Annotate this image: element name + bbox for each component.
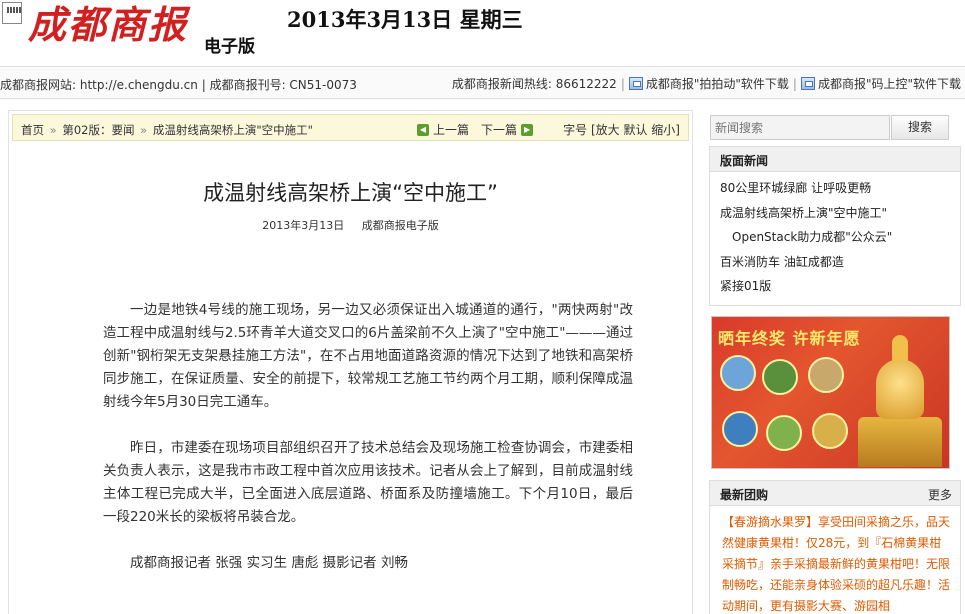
breadcrumb-section[interactable]: 第02版：要闻 [62,123,134,137]
article-byline: 成都商报记者 张强 实习生 唐彪 摄影记者 刘畅 [130,555,408,571]
sidebar: 搜索 版面新闻 80公里环城绿廊 让呼吸更畅 成温射线高架桥上演"空中施工" O… [709,110,961,614]
search-input[interactable] [710,115,890,140]
promo-thumb-icon [722,411,758,447]
promo-thumb-icon [808,357,844,393]
article-pager: ◀ 上一篇 下一篇 ▶ [413,121,537,138]
breadcrumb-home[interactable]: 首页 [21,123,44,137]
list-item[interactable]: 百米消防车 油缸成都造 [720,250,960,275]
search-bar: 搜索 [709,112,961,142]
download-link-mashangkong[interactable]: 成都商报"码上控"软件下载 [818,75,961,92]
download-icon [800,77,815,90]
breadcrumb: 首页 » 第02版：要闻 » 成温射线高架桥上演"空中施工" [21,123,313,137]
breadcrumb-bar: 首页 » 第02版：要闻 » 成温射线高架桥上演"空中施工" ◀ 上一篇 下一篇… [12,114,689,141]
banner-title: 晒年终奖 许新年愿 [718,329,861,348]
masthead: 成都商报 电子版 2013年3月13日 星期三 [0,0,965,66]
promo-thumb-icon [762,359,798,395]
website-link[interactable]: 成都商报网站: http://e.chengdu.cn [0,78,198,92]
promo-banner[interactable]: 晒年终奖 许新年愿 [711,316,950,469]
article-paragraph: 一边是地铁4号线的施工现场，另一边又必须保证出入城通道的通行，"两快两射"改造工… [103,302,633,410]
list-item[interactable]: 80公里环城绿廊 让呼吸更畅 [720,176,960,201]
download-link-paipaidong[interactable]: 成都商报"拍拍动"软件下载 [646,75,789,92]
group-buy-box: 最新团购 更多 【春游摘水果罗】享受田间采摘之乐，品天然健康黄果柑！仅28元，到… [709,480,961,614]
download-links: 成都商报新闻热线: 86612222 | 成都商报"拍拍动"软件下载 | 成都商… [451,75,961,92]
list-item[interactable]: OpenStack助力成都"公众云" [720,225,960,250]
list-item[interactable]: 成温射线高架桥上演"空中施工" [720,201,960,226]
font-size-control: 字号 [放大 默认 缩小] [563,121,680,138]
font-size-options[interactable]: [放大 默认 缩小] [591,123,680,137]
site-info: 成都商报网站: http://e.chengdu.cn | 成都商报刊号: CN… [0,78,357,92]
article-meta: 2013年3月13日 成都商报电子版 [9,217,692,233]
article-date: 2013年3月13日 [262,219,345,232]
group-buy-more-link[interactable]: 更多 [928,486,952,503]
info-bar: 成都商报网站: http://e.chengdu.cn | 成都商报刊号: CN… [0,66,965,99]
section-news-list: 80公里环城绿廊 让呼吸更畅 成温射线高架桥上演"空中施工" OpenStack… [710,172,960,299]
article-panel: 首页 » 第02版：要闻 » 成温射线高架桥上演"空中施工" ◀ 上一篇 下一篇… [8,110,693,614]
article-source: 成都商报电子版 [361,219,439,232]
article-title: 成温射线高架桥上演“空中施工” [203,181,498,205]
font-size-label: 字号 [563,123,588,137]
breadcrumb-current: 成温射线高架桥上演"空中施工" [152,123,313,137]
section-news-title: 版面新闻 [720,154,769,168]
article-paragraph: 昨日，市建委在现场项目部组织召开了技术总结会及现场施工检查协调会，市建委相关负责… [103,440,633,525]
article-body: 一边是地铁4号线的施工现场，另一边又必须保证出入城通道的通行，"两快两射"改造工… [103,299,633,575]
group-buy-title: 最新团购 [720,488,769,502]
promo-thumb-icon [766,415,802,451]
issue-date: 2013年3月13日 星期三 [287,7,523,32]
promo-thumb-icon [812,413,848,449]
search-button[interactable]: 搜索 [891,115,949,140]
download-icon [628,77,643,90]
section-news-header: 版面新闻 [710,147,960,172]
list-item[interactable]: 紧接01版 [720,274,960,299]
arrow-right-icon[interactable]: ▶ [521,123,534,136]
hotline-text: 成都商报新闻热线: 86612222 [451,77,617,91]
site-emblem-icon [2,2,22,24]
golden-statue-icon [858,335,942,467]
newspaper-logo[interactable]: 成都商报 [28,2,188,48]
group-buy-text[interactable]: 【春游摘水果罗】享受田间采摘之乐，品天然健康黄果柑！仅28元，到『石棉黄果柑采摘… [710,506,960,614]
issn-text: 成都商报刊号: CN51-0073 [209,78,357,92]
promo-thumb-icon [720,355,756,391]
arrow-left-icon[interactable]: ◀ [417,123,429,136]
prev-article-link[interactable]: 上一篇 [433,121,469,138]
edition-label: 电子版 [204,37,255,57]
section-news-box: 版面新闻 80公里环城绿廊 让呼吸更畅 成温射线高架桥上演"空中施工" Open… [709,146,961,306]
group-buy-header: 最新团购 更多 [710,481,960,506]
next-article-link[interactable]: 下一篇 [481,121,517,138]
